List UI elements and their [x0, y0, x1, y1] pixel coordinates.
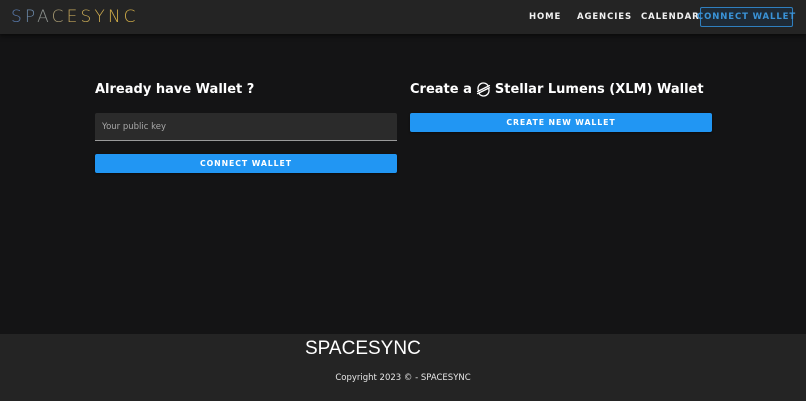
- brand-letter: C: [123, 7, 139, 27]
- brand-letter: C: [51, 7, 67, 27]
- nav-connect-wallet-button[interactable]: CONNECT WALLET: [697, 7, 795, 27]
- brand-logo-letters: SPACESYNC: [11, 7, 139, 27]
- create-wallet-heading-prefix: Create a: [410, 82, 472, 97]
- create-new-wallet-button[interactable]: CREATE NEW WALLET: [410, 113, 712, 132]
- create-wallet-heading: Create a Stellar Lumens (XLM) Wallet: [410, 82, 704, 97]
- brand-letter: Y: [94, 7, 108, 27]
- page-footer: SPACESYNC Copyright 2023 © - SPACESYNC: [0, 334, 806, 401]
- stellar-logo-icon: [476, 82, 490, 97]
- footer-brand: SPACESYNC: [305, 338, 421, 359]
- brand-letter: E: [66, 7, 81, 27]
- brand-letter: S: [80, 7, 95, 27]
- public-key-input[interactable]: [95, 113, 397, 141]
- brand-logo[interactable]: SPACESYNC SPACESYNC: [11, 6, 139, 28]
- nav-agencies-link[interactable]: AGENCIES: [577, 0, 632, 34]
- brand-letter: P: [24, 7, 38, 27]
- connect-wallet-button[interactable]: CONNECT WALLET: [95, 154, 397, 173]
- existing-wallet-heading: Already have Wallet ?: [95, 82, 254, 97]
- nav-home-link[interactable]: HOME: [529, 0, 561, 34]
- brand-letter: S: [11, 7, 25, 27]
- existing-wallet-heading-text: Already have Wallet ?: [95, 82, 255, 97]
- create-wallet-heading-suffix: Stellar Lumens (XLM) Wallet: [494, 82, 704, 97]
- nav-calendar-link[interactable]: CALENDAR: [641, 0, 700, 34]
- top-navbar: SPACESYNC SPACESYNC HOME AGENCIES CALEND…: [0, 0, 806, 34]
- footer-copyright: Copyright 2023 © - SPACESYNC: [335, 373, 471, 383]
- brand-letter: N: [107, 7, 124, 27]
- brand-letter: A: [37, 7, 52, 27]
